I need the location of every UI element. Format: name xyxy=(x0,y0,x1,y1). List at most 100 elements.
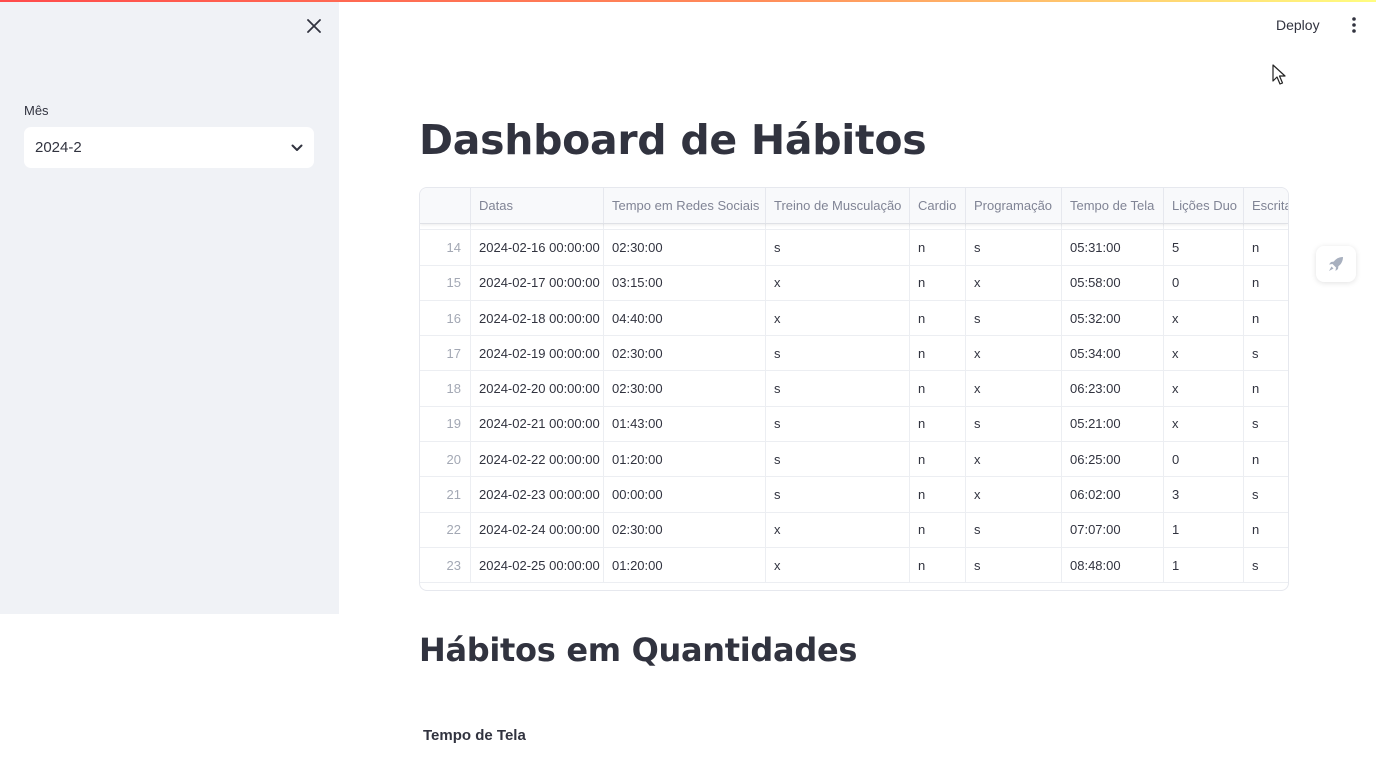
escrita-cell[interactable]: s xyxy=(1244,336,1288,370)
licoes-duo-cell[interactable]: x xyxy=(1164,336,1244,371)
cardio-cell[interactable]: n xyxy=(910,406,966,442)
date-cell[interactable]: 2024-02-23 00:00:00 xyxy=(471,477,604,512)
column-header-datas[interactable]: Datas xyxy=(471,188,604,223)
musculacao-cell[interactable]: x xyxy=(766,547,910,583)
cardio-cell[interactable]: n xyxy=(910,371,966,406)
main-menu-button[interactable] xyxy=(1344,13,1364,37)
licoes-duo-cell[interactable]: x xyxy=(1164,371,1244,406)
tempo-tela-cell[interactable]: 05:58:00 xyxy=(1062,265,1164,300)
tempo-tela-cell[interactable]: 07:07:00 xyxy=(1062,512,1164,547)
date-cell[interactable]: 2024-02-21 00:00:00 xyxy=(471,406,604,442)
column-header-musculacao[interactable]: Treino de Musculação xyxy=(766,188,910,223)
rocket-button[interactable] xyxy=(1316,246,1356,282)
redes-sociais-cell[interactable]: 02:30:00 xyxy=(604,371,766,406)
escrita-cell[interactable]: n xyxy=(1244,301,1288,335)
programacao-cell[interactable]: x xyxy=(966,371,1062,406)
escrita-cell[interactable]: n xyxy=(1244,266,1288,300)
redes-sociais-cell[interactable]: 01:43:00 xyxy=(604,406,766,442)
column-header-tempo-tela[interactable]: Tempo de Tela xyxy=(1062,188,1164,223)
escrita-cell[interactable]: n xyxy=(1244,442,1288,476)
tempo-tela-cell[interactable]: 05:34:00 xyxy=(1062,336,1164,371)
programacao-cell[interactable]: s xyxy=(966,512,1062,547)
cardio-cell[interactable]: n xyxy=(910,300,966,336)
cardio-cell[interactable]: n xyxy=(910,512,966,547)
sidebar-close-button[interactable] xyxy=(302,14,326,38)
page-title: Dashboard de Hábitos xyxy=(419,116,927,164)
licoes-duo-cell[interactable]: 0 xyxy=(1164,442,1244,477)
tempo-tela-cell[interactable]: 06:23:00 xyxy=(1062,371,1164,406)
programacao-cell[interactable]: s xyxy=(966,547,1062,583)
redes-sociais-cell[interactable]: 01:20:00 xyxy=(604,442,766,477)
licoes-duo-cell[interactable]: 0 xyxy=(1164,265,1244,300)
programacao-cell[interactable]: x xyxy=(966,265,1062,300)
tempo-tela-cell[interactable]: 06:25:00 xyxy=(1062,442,1164,477)
licoes-duo-cell[interactable]: 1 xyxy=(1164,547,1244,583)
musculacao-cell[interactable]: s xyxy=(766,230,910,265)
musculacao-cell[interactable]: x xyxy=(766,265,910,300)
escrita-cell[interactable]: s xyxy=(1244,407,1288,441)
date-cell[interactable]: 2024-02-20 00:00:00 xyxy=(471,371,604,406)
date-cell[interactable]: 2024-02-19 00:00:00 xyxy=(471,336,604,371)
column-header-cardio[interactable]: Cardio xyxy=(910,188,966,223)
redes-sociais-cell[interactable]: 03:15:00 xyxy=(604,265,766,300)
date-cell[interactable]: 2024-02-16 00:00:00 xyxy=(471,230,604,265)
escrita-cell[interactable]: n xyxy=(1244,371,1288,405)
tempo-tela-cell[interactable]: 05:32:00 xyxy=(1062,300,1164,336)
cardio-cell[interactable]: n xyxy=(910,442,966,477)
escrita-cell[interactable]: n xyxy=(1244,230,1288,264)
cardio-cell[interactable]: n xyxy=(910,336,966,371)
date-cell[interactable]: 2024-02-17 00:00:00 xyxy=(471,265,604,300)
musculacao-cell[interactable]: s xyxy=(766,371,910,406)
musculacao-cell[interactable]: s xyxy=(766,442,910,477)
escrita-cell[interactable]: s xyxy=(1244,477,1288,511)
redes-sociais-cell[interactable]: 00:00:00 xyxy=(604,477,766,512)
licoes-duo-cell[interactable]: x xyxy=(1164,300,1244,336)
programacao-cell[interactable]: x xyxy=(966,442,1062,477)
musculacao-cell[interactable]: s xyxy=(766,336,910,371)
musculacao-cell[interactable]: x xyxy=(766,300,910,336)
redes-sociais-cell[interactable]: 01:20:00 xyxy=(604,547,766,583)
column-header-programacao[interactable]: Programação xyxy=(966,188,1062,223)
chart-subtitle: Tempo de Tela xyxy=(423,727,526,744)
row-index: 17 xyxy=(420,336,471,371)
column-header-escrita[interactable]: Escrita xyxy=(1244,188,1288,223)
licoes-duo-cell[interactable]: 5 xyxy=(1164,230,1244,265)
redes-sociais-cell[interactable]: 02:30:00 xyxy=(604,336,766,371)
licoes-duo-cell[interactable]: 3 xyxy=(1164,477,1244,512)
programacao-cell[interactable]: x xyxy=(966,477,1062,512)
habits-dataframe[interactable]: Datas Tempo em Redes Sociais Treino de M… xyxy=(419,187,1289,591)
tempo-tela-cell[interactable]: 06:02:00 xyxy=(1062,477,1164,512)
column-header-redes-sociais[interactable]: Tempo em Redes Sociais xyxy=(604,188,766,223)
redes-sociais-cell[interactable]: 02:30:00 xyxy=(604,230,766,265)
date-cell[interactable]: 2024-02-18 00:00:00 xyxy=(471,300,604,336)
cardio-cell[interactable]: n xyxy=(910,265,966,300)
redes-sociais-cell[interactable]: 02:30:00 xyxy=(604,512,766,547)
date-cell[interactable]: 2024-02-25 00:00:00 xyxy=(471,547,604,583)
musculacao-cell[interactable]: x xyxy=(766,512,910,547)
cardio-cell[interactable]: n xyxy=(910,477,966,512)
programacao-cell[interactable]: x xyxy=(966,336,1062,371)
escrita-cell[interactable]: n xyxy=(1244,513,1288,547)
tempo-tela-cell[interactable]: 08:48:00 xyxy=(1062,547,1164,583)
musculacao-cell[interactable]: s xyxy=(766,406,910,442)
cardio-cell[interactable]: n xyxy=(910,547,966,583)
cardio-cell[interactable]: n xyxy=(910,230,966,265)
programacao-cell[interactable]: s xyxy=(966,230,1062,265)
table-body: 132024-02-15 00:00:0000:52:00snx05:19:00… xyxy=(420,195,1288,584)
deploy-button[interactable]: Deploy xyxy=(1276,14,1320,36)
tempo-tela-cell[interactable]: 05:21:00 xyxy=(1062,406,1164,442)
programacao-cell[interactable]: s xyxy=(966,406,1062,442)
programacao-cell[interactable]: s xyxy=(966,300,1062,336)
chevron-down-icon xyxy=(291,144,303,152)
escrita-cell[interactable]: s xyxy=(1244,548,1288,582)
redes-sociais-cell[interactable]: 04:40:00 xyxy=(604,300,766,336)
column-header-licoes-duo[interactable]: Lições Duo xyxy=(1164,188,1244,223)
month-select[interactable]: 2024-2 xyxy=(24,127,314,168)
licoes-duo-cell[interactable]: 1 xyxy=(1164,512,1244,547)
musculacao-cell[interactable]: s xyxy=(766,477,910,512)
date-cell[interactable]: 2024-02-22 00:00:00 xyxy=(471,442,604,477)
date-cell[interactable]: 2024-02-24 00:00:00 xyxy=(471,512,604,547)
tempo-tela-cell[interactable]: 05:31:00 xyxy=(1062,230,1164,265)
licoes-duo-cell[interactable]: x xyxy=(1164,406,1244,442)
column-header-index[interactable] xyxy=(420,188,471,223)
